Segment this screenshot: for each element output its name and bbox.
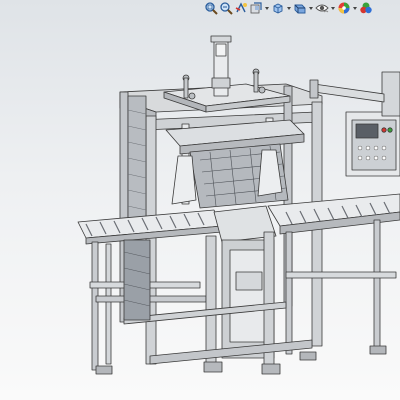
- mould-cone-left: [171, 155, 197, 205]
- left-leg-1: [91, 241, 99, 371]
- side-guard-mesh: [127, 95, 147, 223]
- right-conveyor: [267, 193, 400, 361]
- cabinet-column: [381, 71, 400, 117]
- right-leg-1: [285, 231, 293, 355]
- control-arm: [313, 83, 385, 103]
- right-leg-2: [373, 219, 381, 351]
- graphics-area[interactable]: [0, 0, 400, 400]
- machine-model-drawing[interactable]: [0, 0, 400, 400]
- left-leg-2: [105, 243, 112, 365]
- lift-cabinet: [229, 249, 267, 343]
- hmi-screen: [355, 123, 379, 139]
- control-cabinet: [309, 71, 400, 177]
- machine-assembly: [77, 35, 400, 375]
- press-head: [163, 35, 291, 113]
- button-red: [381, 127, 387, 133]
- button-green: [387, 127, 393, 133]
- forming-station: [165, 117, 305, 209]
